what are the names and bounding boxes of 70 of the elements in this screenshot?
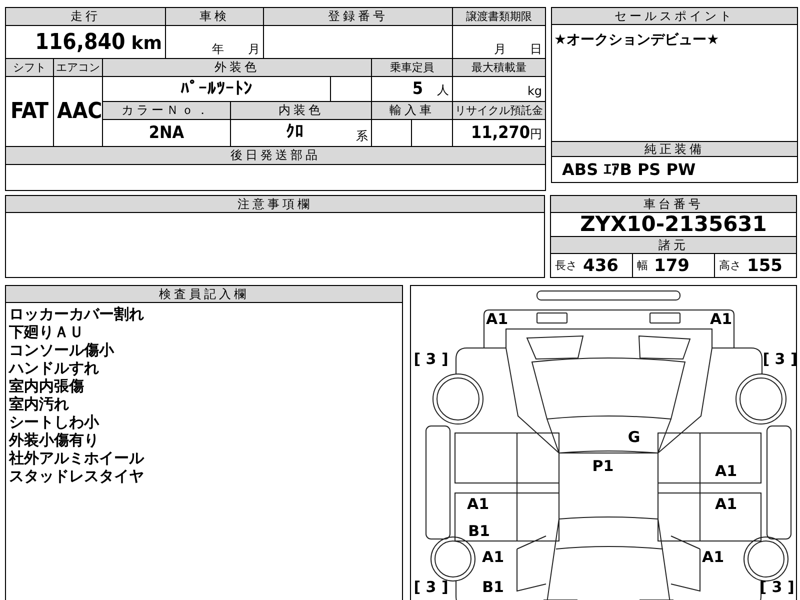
- color-suffix: 系: [356, 128, 368, 144]
- recycle-fee-value: 11,270: [470, 123, 530, 143]
- damage-code: G: [628, 428, 640, 446]
- spec-label: 高さ: [719, 258, 741, 273]
- damage-code: [ 3 ]: [414, 578, 448, 596]
- aircon-label: エアコン: [56, 61, 100, 74]
- inspector-note: 室内汚れ: [9, 395, 70, 413]
- year-unit: 年: [212, 42, 224, 56]
- capacity-unit: 人: [437, 83, 450, 97]
- spec-label: 長さ: [555, 258, 577, 273]
- currency-unit: 円: [530, 127, 542, 141]
- day-unit: 日: [530, 42, 542, 56]
- damage-code: A1: [714, 495, 738, 513]
- damage-code: [ 3 ]: [762, 350, 798, 368]
- month-unit: 月: [494, 42, 506, 56]
- mileage-value: 116,840: [35, 30, 126, 54]
- parts-later-label: 後日発送部品: [230, 148, 320, 162]
- spec-value: 155: [747, 256, 782, 276]
- inspector-note: 室内内張傷: [9, 377, 85, 395]
- damage-code: A1: [714, 462, 738, 480]
- max-load-unit: kg: [527, 84, 542, 98]
- damage-code: A1: [710, 310, 732, 328]
- interior-color-value: ｸﾛ: [286, 122, 304, 142]
- exterior-color-value: ﾊﾟｰﾙﾂｰﾄﾝ: [180, 79, 252, 99]
- notes-label: 注意事項欄: [6, 196, 544, 213]
- aircon-value: AAC: [57, 99, 102, 124]
- capacity-value: 5: [412, 79, 424, 99]
- inspector-note: ロッカーカバー割れ: [9, 305, 145, 323]
- month-unit: 月: [248, 42, 260, 56]
- damage-code: B1: [468, 522, 490, 540]
- damage-code: P1: [592, 457, 614, 475]
- sale-points-label: セールスポイント: [552, 8, 798, 25]
- equipment-value: ABS ｴｱB PS PW: [562, 160, 696, 179]
- sale-points-text: ★オークションデビュー★: [554, 32, 720, 48]
- damage-code: A1: [702, 548, 724, 566]
- inspector-note: シートしわ小: [9, 413, 100, 431]
- specs-label: 諸元: [551, 236, 796, 254]
- shift-value: FAT: [10, 99, 49, 124]
- recycle-fee-label: リサイクル預託金: [455, 104, 544, 117]
- inspector-label: 検査員記入欄: [6, 286, 402, 303]
- inspector-note: 下廻りＡＵ: [9, 323, 85, 341]
- transfer-deadline-label: 譲渡書類期限: [466, 10, 532, 23]
- inspector-note: 外装小傷有り: [9, 431, 100, 449]
- max-load-label: 最大積載量: [472, 61, 527, 74]
- damage-code: A1: [482, 548, 504, 566]
- damage-code: B1: [482, 578, 504, 596]
- color-number-label: カラーＮｏ．: [122, 103, 212, 117]
- mileage-label: 走行: [70, 9, 100, 23]
- imported-label: 輸入車: [390, 103, 435, 117]
- capacity-label: 乗車定員: [390, 61, 434, 74]
- color-number-value: 2NA: [148, 123, 184, 143]
- shift-label: シフト: [13, 61, 46, 74]
- chassis-label: 車台番号: [551, 196, 796, 213]
- spec-value: 179: [654, 256, 690, 276]
- inspector-note: 社外アルミホイール: [9, 449, 146, 467]
- interior-color-label: 内装色: [278, 103, 324, 117]
- inspector-note: コンソール傷小: [9, 341, 116, 359]
- inspector-note: ハンドルすれ: [9, 359, 100, 377]
- equipment-label: 純正装備: [552, 141, 798, 157]
- chassis-number: ZYX10-2135631: [580, 212, 767, 236]
- registration-label: 登録番号: [328, 9, 388, 23]
- inspection-label: 車検: [200, 9, 230, 23]
- spec-value: 436: [583, 256, 618, 276]
- mileage-unit: km: [131, 32, 162, 54]
- spec-label: 幅: [637, 258, 648, 273]
- damage-code: A1: [466, 495, 490, 513]
- damage-code: [ 3 ]: [414, 350, 448, 368]
- inspector-note: スタッドレスタイヤ: [9, 467, 145, 485]
- damage-code: A1: [486, 310, 508, 328]
- exterior-color-label: 外装色: [214, 60, 260, 74]
